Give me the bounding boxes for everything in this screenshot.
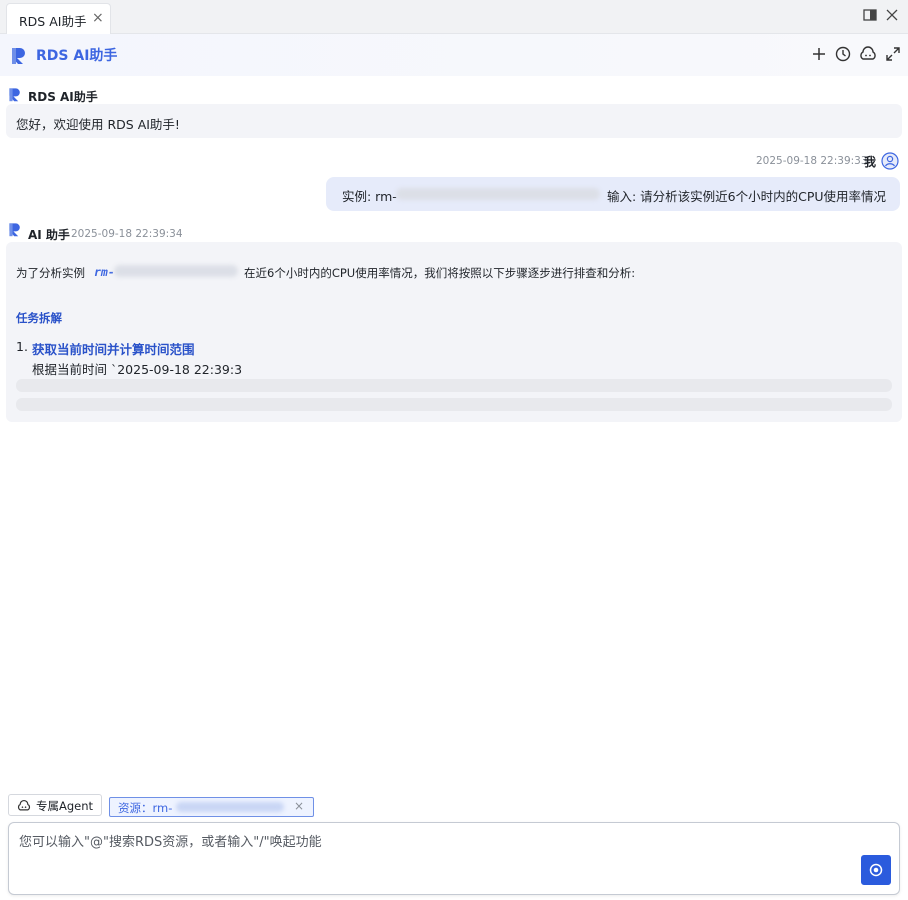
tab-close-icon[interactable]: × bbox=[92, 10, 104, 26]
step-number: 1. bbox=[16, 339, 28, 354]
dedicated-agent-button[interactable]: 专属Agent bbox=[8, 794, 102, 816]
message-input-box bbox=[8, 822, 900, 895]
ai-message-bubble: 为了分析实例 rm- 在近6个小时内的CPU使用率情况，我们将按照以下步骤逐步进… bbox=[6, 242, 902, 422]
tab-title: RDS AI助手 bbox=[19, 14, 87, 29]
resource-chip[interactable]: 资源：rm- × bbox=[109, 797, 314, 817]
plus-icon[interactable] bbox=[810, 45, 828, 63]
ai-sender: AI 助手 bbox=[28, 228, 70, 242]
user-message-text: 输入: 请分析该实例近6个小时内的CPU使用率情况 bbox=[607, 189, 887, 204]
tab-bar: RDS AI助手 × bbox=[0, 0, 908, 34]
step-description: 根据当前时间 `2025-09-18 22:39:3 bbox=[32, 362, 243, 377]
app-title: RDS AI助手 bbox=[36, 48, 118, 64]
user-sender-label: 我 bbox=[864, 155, 877, 169]
user-avatar-icon bbox=[881, 152, 899, 170]
send-button[interactable] bbox=[861, 855, 891, 885]
rds-logo-icon bbox=[9, 88, 20, 102]
cloud-robot-icon[interactable] bbox=[859, 45, 877, 63]
redacted-instance-id bbox=[114, 265, 238, 277]
analysis-intro-suffix: 在近6个小时内的CPU使用率情况，我们将按照以下步骤逐步进行排查和分析: bbox=[244, 266, 636, 280]
resource-chip-label: 资源：rm- bbox=[118, 801, 173, 815]
rds-logo-icon bbox=[12, 48, 25, 64]
clock-icon[interactable] bbox=[834, 45, 852, 63]
instance-code: rm- bbox=[94, 265, 115, 279]
redacted-instance-id bbox=[396, 188, 600, 200]
chip-close-icon[interactable]: × bbox=[294, 799, 304, 813]
loading-skeleton-line bbox=[16, 398, 892, 411]
greeting-bubble: 您好，欢迎使用 RDS AI助手! bbox=[6, 104, 902, 138]
send-icon bbox=[869, 863, 883, 877]
expand-icon[interactable] bbox=[884, 45, 902, 63]
step-title: 获取当前时间并计算时间范围 bbox=[32, 342, 195, 357]
tab-rds-ai-assistant[interactable]: RDS AI助手 × bbox=[6, 3, 111, 34]
analysis-intro-prefix: 为了分析实例 bbox=[16, 266, 85, 280]
cloud-robot-icon bbox=[17, 799, 31, 811]
task-breakdown-title: 任务拆解 bbox=[16, 311, 62, 325]
rds-logo-icon bbox=[9, 223, 20, 237]
split-view-icon[interactable] bbox=[862, 7, 878, 23]
ai-message-timestamp: 2025-09-18 22:39:34 bbox=[71, 228, 183, 240]
user-message-instance-prefix: 实例: rm- bbox=[342, 189, 397, 204]
agent-button-label: 专属Agent bbox=[36, 799, 94, 813]
greeting-sender: RDS AI助手 bbox=[28, 90, 98, 104]
redacted-instance-id bbox=[176, 802, 284, 812]
close-icon[interactable] bbox=[884, 7, 900, 23]
loading-skeleton-line bbox=[16, 379, 892, 392]
message-input[interactable] bbox=[19, 831, 859, 853]
assistant-header: RDS AI助手 bbox=[0, 34, 908, 76]
user-message-timestamp: 2025-09-18 22:39:33 bbox=[756, 155, 868, 167]
user-message-bubble: 实例: rm- 输入: 请分析该实例近6个小时内的CPU使用率情况 bbox=[326, 177, 900, 211]
greeting-text: 您好，欢迎使用 RDS AI助手! bbox=[16, 117, 180, 132]
